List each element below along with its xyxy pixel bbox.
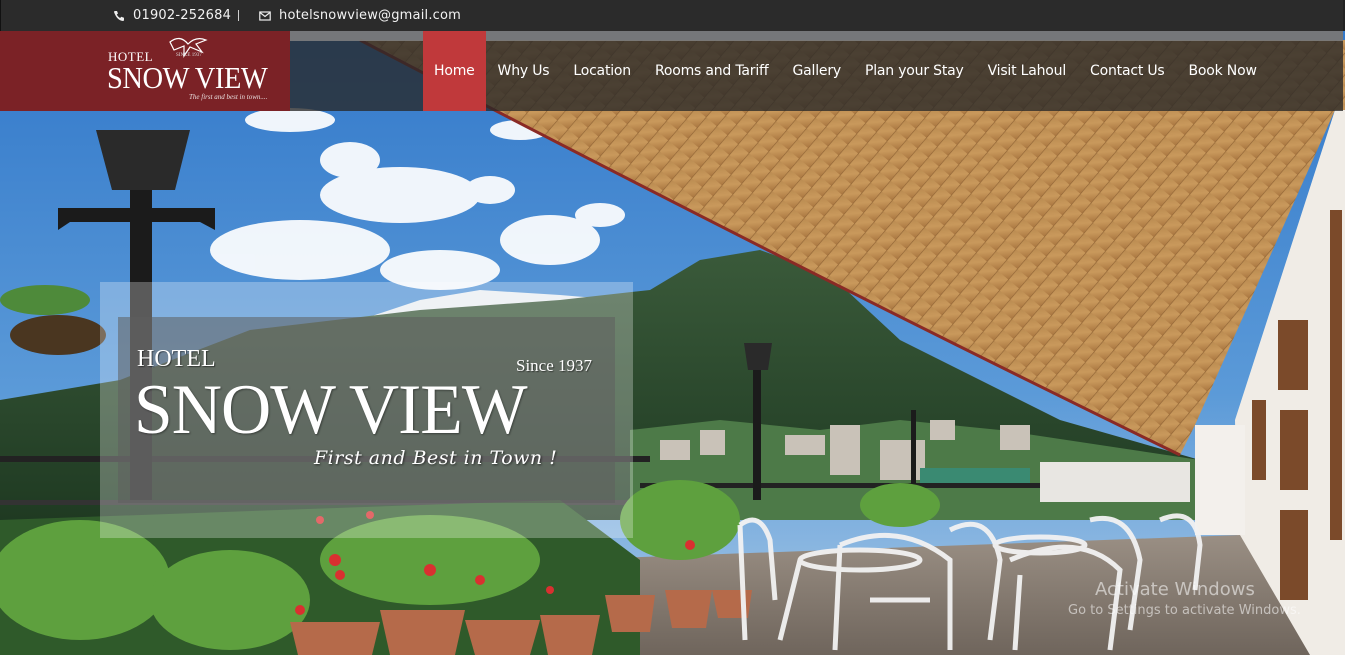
nav-book-now[interactable]: Book Now [1177,31,1269,111]
nav-rooms-and-tariff[interactable]: Rooms and Tariff [643,31,781,111]
nav-gallery[interactable]: Gallery [781,31,853,111]
email-contact[interactable]: hotelsnowview@gmail.com [259,8,461,23]
phone-contact[interactable]: 01902-252684 [113,8,231,23]
nav-why-us[interactable]: Why Us [486,31,562,111]
site-logo[interactable]: HOTEL SINCE 1937 SNOW VIEW The first and… [0,31,290,111]
phone-number: 01902-252684 [133,8,232,23]
topbar-divider [238,10,239,21]
windows-activation-subtitle: Go to Settings to activate Windows. [1068,603,1301,618]
primary-navigation: Home Why Us Location Rooms and Tariff Ga… [423,31,1269,111]
top-info-bar: 01902-252684 hotelsnowview@gmail.com [0,0,1345,31]
envelope-icon [259,10,271,21]
hero-tagline: First and Best in Town ! [314,447,558,469]
logo-since-text: SINCE 1937 [176,53,202,58]
nav-home[interactable]: Home [423,31,486,111]
email-address: hotelsnowview@gmail.com [279,8,462,23]
nav-location[interactable]: Location [561,31,643,111]
phone-icon [114,10,124,21]
hero-hotel-name: SNOW VIEW [134,371,528,449]
logo-name: SNOW VIEW [107,60,268,95]
windows-activation-title: Activate Windows [1095,579,1255,600]
logo-tagline: The first and best in town.... [189,93,268,101]
nav-contact-us[interactable]: Contact Us [1078,31,1176,111]
hero-hotel-text: HOTEL [137,346,216,372]
nav-visit-lahoul[interactable]: Visit Lahoul [976,31,1078,111]
hero-since-text: Since 1937 [516,356,593,375]
nav-plan-your-stay[interactable]: Plan your Stay [853,31,976,111]
